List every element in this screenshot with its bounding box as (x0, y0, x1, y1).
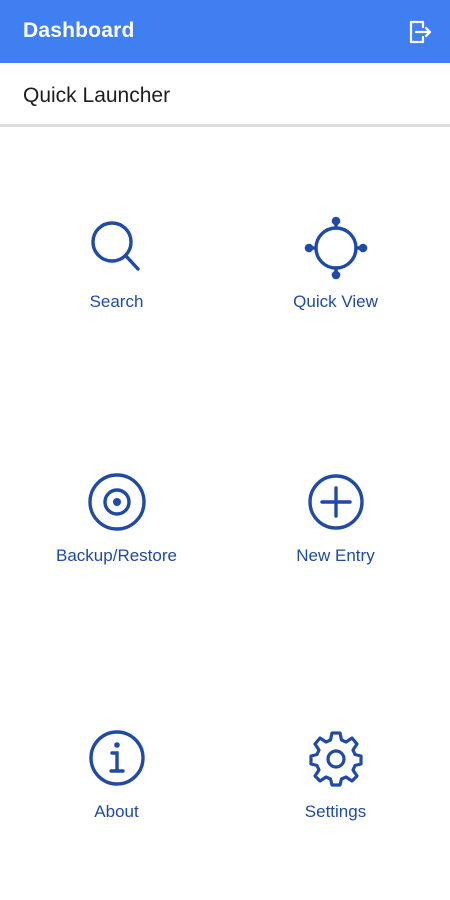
logout-icon (406, 18, 434, 46)
search-tile[interactable]: Search (4, 216, 229, 356)
app-bar: Dashboard (0, 0, 450, 63)
launcher-grid: Search Quick View Backup/Restore New Ent… (0, 130, 450, 900)
info-icon (85, 726, 149, 790)
about-label: About (94, 802, 139, 821)
gear-icon (304, 726, 368, 790)
backup-restore-tile[interactable]: Backup/Restore (4, 470, 229, 610)
quick-view-label: Quick View (293, 292, 378, 311)
logout-button[interactable] (406, 18, 434, 46)
settings-tile[interactable]: Settings (223, 726, 448, 866)
section-header: Quick Launcher (0, 63, 450, 127)
search-label: Search (89, 292, 144, 311)
plus-circle-icon (304, 470, 368, 534)
backup-restore-label: Backup/Restore (56, 546, 177, 565)
settings-label: Settings (304, 802, 367, 821)
app-title: Dashboard (23, 19, 135, 42)
search-icon (85, 216, 149, 280)
about-tile[interactable]: About (4, 726, 229, 866)
crosshair-icon (304, 216, 368, 280)
new-entry-tile[interactable]: New Entry (223, 470, 448, 610)
target-icon (85, 470, 149, 534)
new-entry-label: New Entry (296, 546, 375, 565)
quick-view-tile[interactable]: Quick View (223, 216, 448, 356)
section-title: Quick Launcher (23, 84, 171, 107)
